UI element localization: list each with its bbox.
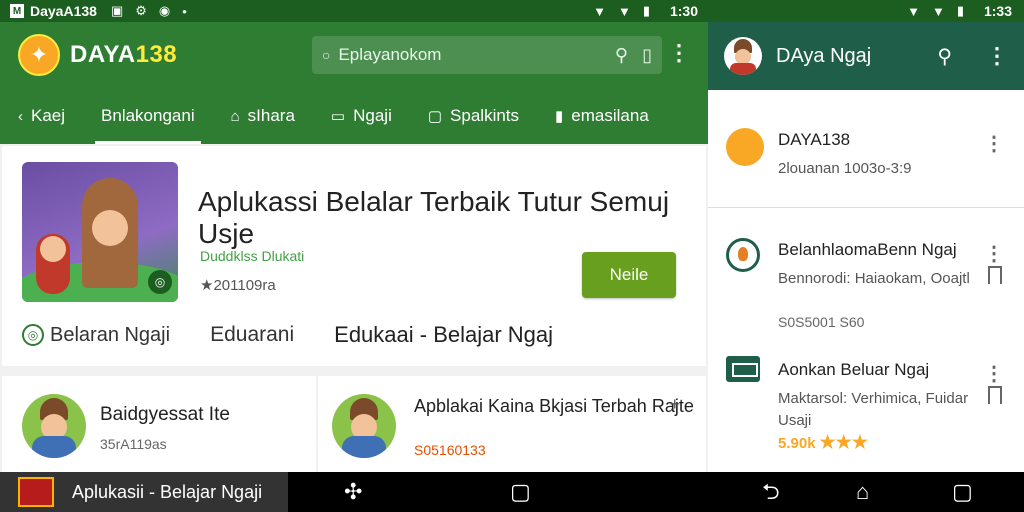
overview-icon[interactable]: ▢ — [510, 478, 531, 506]
app-card-meta: S05160133 — [414, 442, 486, 458]
home-icon: ⌂ — [230, 107, 240, 125]
search-icon[interactable]: ⚲ — [615, 45, 628, 66]
doc-icon: ▮ — [555, 108, 564, 125]
app-card[interactable]: Baidgyessat Ite 35rA119as — [2, 376, 316, 472]
app-avatar — [22, 394, 86, 458]
main-content: ◎ Aplukassi Belalar Terbaik Tutur Semuj … — [0, 144, 708, 472]
wifi-strength-icon: ▼ — [617, 3, 631, 19]
app-card-meta: 35rA119as — [100, 436, 167, 452]
right-panel-header: DAya Ngaj ⚲ ⋮ — [708, 22, 1024, 90]
navigation-bar: Aplukasii - Belajar Ngaji ✣ ▢ ⮌ ⌂ ▢ — [0, 472, 1024, 512]
chip-edukasi[interactable]: Eduarani — [210, 323, 294, 347]
search-icon[interactable]: ⚲ — [937, 44, 952, 69]
more-options-icon[interactable]: ⋮ — [984, 364, 1004, 384]
wifi-icon: ◉ — [158, 3, 171, 18]
recent-app-chip[interactable]: Aplukasii - Belajar Ngaji — [0, 472, 288, 512]
featured-meta: ★201109ra — [200, 277, 276, 294]
app-card[interactable]: Apblakai Kaina Bkjasi Terbah Rajte S0516… — [318, 376, 706, 472]
install-button[interactable]: Neile — [582, 252, 676, 298]
list-item-title: BelanhlaomaBenn Ngaj — [778, 240, 957, 259]
move-icon[interactable]: ✣ — [344, 478, 362, 506]
clock: 1:33 — [983, 3, 1012, 19]
clock: 1:30 — [669, 3, 698, 19]
mic-icon[interactable]: ▯ — [642, 45, 652, 66]
category-chips: ◎ Belaran Ngaji Eduarani Edukaai - Belaj… — [22, 322, 593, 348]
app-icon — [726, 128, 764, 166]
tab-bar: ‹ Kaej Bnlakongani ⌂ sIhara ▭ Ngaji ▢ Sp… — [0, 88, 708, 144]
more-options-icon[interactable]: ⋮ — [984, 244, 1004, 264]
signal-icon: ▼ — [907, 3, 920, 19]
list-item-subtitle: Maktarsol: Verhimica, Fuidar Usaji — [778, 390, 969, 429]
chip-edukasi-belajar[interactable]: Edukaai - Belajar Ngaj — [334, 322, 553, 348]
tab-active[interactable]: Bnlakongani — [83, 88, 213, 144]
search-prefix-icon: ○ — [322, 47, 331, 63]
brand-title: DAYA138 — [70, 41, 178, 68]
overflow-menu-icon[interactable]: ⋮ — [986, 43, 1008, 69]
tab-home[interactable]: ⌂ sIhara — [213, 88, 313, 144]
app-card-title: Baidgyessat Ite — [100, 404, 230, 425]
featured-title: Aplukassi Belalar Terbaik Tutur Semuj Us… — [198, 186, 670, 249]
tab-emasilana[interactable]: ▮ emasilana — [537, 88, 667, 144]
chip-belajar-ngaji[interactable]: ◎ Belaran Ngaji — [22, 324, 170, 347]
star-icon: ★★★ — [819, 432, 868, 452]
app-card-title: Apblakai Kaina Bkjasi Terbah Rajte — [414, 396, 694, 416]
signal-icon: ▼ — [593, 3, 606, 19]
status-bar-right: ▼ ▼ ▮ 1:33 — [708, 0, 1024, 22]
bookmark-icon[interactable] — [988, 266, 1002, 284]
plus-icon[interactable]: + — [669, 394, 680, 415]
status-bar-left: M DayaA138 ▣ ⚙ ◉ • ▼ ▼ ▮ 1:30 — [0, 0, 708, 22]
app-logo-icon[interactable]: ✦ — [18, 34, 60, 76]
list-item-title: Aonkan Beluar Ngaj — [778, 360, 930, 379]
rating: 5.90k ★★★ — [778, 432, 868, 452]
book-icon: ▭ — [330, 108, 346, 125]
app-avatar — [332, 394, 396, 458]
screen: M DayaA138 ▣ ⚙ ◉ • ▼ ▼ ▮ 1:30 ▼ ▼ ▮ 1:33… — [0, 0, 1024, 512]
right-panel-title: DAya Ngaj — [776, 44, 872, 67]
search-input[interactable]: Eplayanokom — [338, 45, 600, 65]
notification-icon: M — [10, 4, 24, 18]
wifi-strength-icon: ▼ — [931, 3, 945, 19]
window-icon: ▢ — [427, 108, 443, 125]
tab-back[interactable]: ‹ Kaej — [0, 88, 83, 144]
right-panel-list: DAYA138 2louanan 1003o-3:9 ⋮ Belanhlaoma… — [708, 90, 1024, 472]
list-item-title: DAYA138 — [778, 130, 851, 149]
recents-nav-icon[interactable]: ▢ — [952, 478, 973, 506]
bookmark-icon[interactable] — [988, 386, 1002, 404]
home-nav-icon[interactable]: ⌂ — [856, 478, 869, 506]
app-badge-icon: ◎ — [148, 270, 172, 294]
list-item-subtitle: 2louanan 1003o-3:9 — [778, 160, 912, 177]
profile-avatar[interactable] — [724, 37, 762, 75]
recent-app-title: Aplukasii - Belajar Ngaji — [72, 481, 263, 502]
image-icon: ▣ — [110, 3, 124, 18]
list-item-extra: S0S5001 S60 — [778, 314, 865, 330]
app-thumbnail-icon — [18, 477, 54, 507]
back-nav-icon[interactable]: ⮌ — [762, 478, 780, 506]
search-bar[interactable]: ○ Eplayanokom ⚲ ▯ — [312, 36, 662, 74]
overflow-menu-icon[interactable]: ⋮ — [668, 42, 690, 64]
app-illustration: ◎ — [22, 162, 178, 302]
app-icon — [726, 238, 760, 272]
app-bar: ✦ DAYA138 ○ Eplayanokom ⚲ ▯ ⋮ — [0, 22, 708, 88]
app-icon — [726, 356, 760, 382]
carrier-label: DayaA138 — [30, 3, 97, 19]
back-icon: ‹ — [18, 107, 23, 125]
list-item[interactable]: DAYA138 2louanan 1003o-3:9 ⋮ — [708, 120, 1024, 208]
featured-subtitle: Duddklss Dlukati — [200, 248, 305, 264]
battery-icon: ▮ — [956, 3, 964, 18]
battery-icon: ▮ — [642, 3, 650, 18]
list-item-subtitle: Bennorodi: Haiaokam, Ooajtl — [778, 270, 970, 287]
tab-spalkints[interactable]: ▢ Spalkints — [410, 88, 537, 144]
settings-icon: ⚙ — [135, 3, 147, 18]
dot-icon: • — [182, 3, 187, 19]
more-options-icon[interactable]: ⋮ — [984, 134, 1004, 154]
tab-ngaji[interactable]: ▭ Ngaji — [313, 88, 410, 144]
featured-app-card[interactable]: ◎ Aplukassi Belalar Terbaik Tutur Semuj … — [2, 146, 706, 366]
category-icon: ◎ — [22, 324, 44, 346]
